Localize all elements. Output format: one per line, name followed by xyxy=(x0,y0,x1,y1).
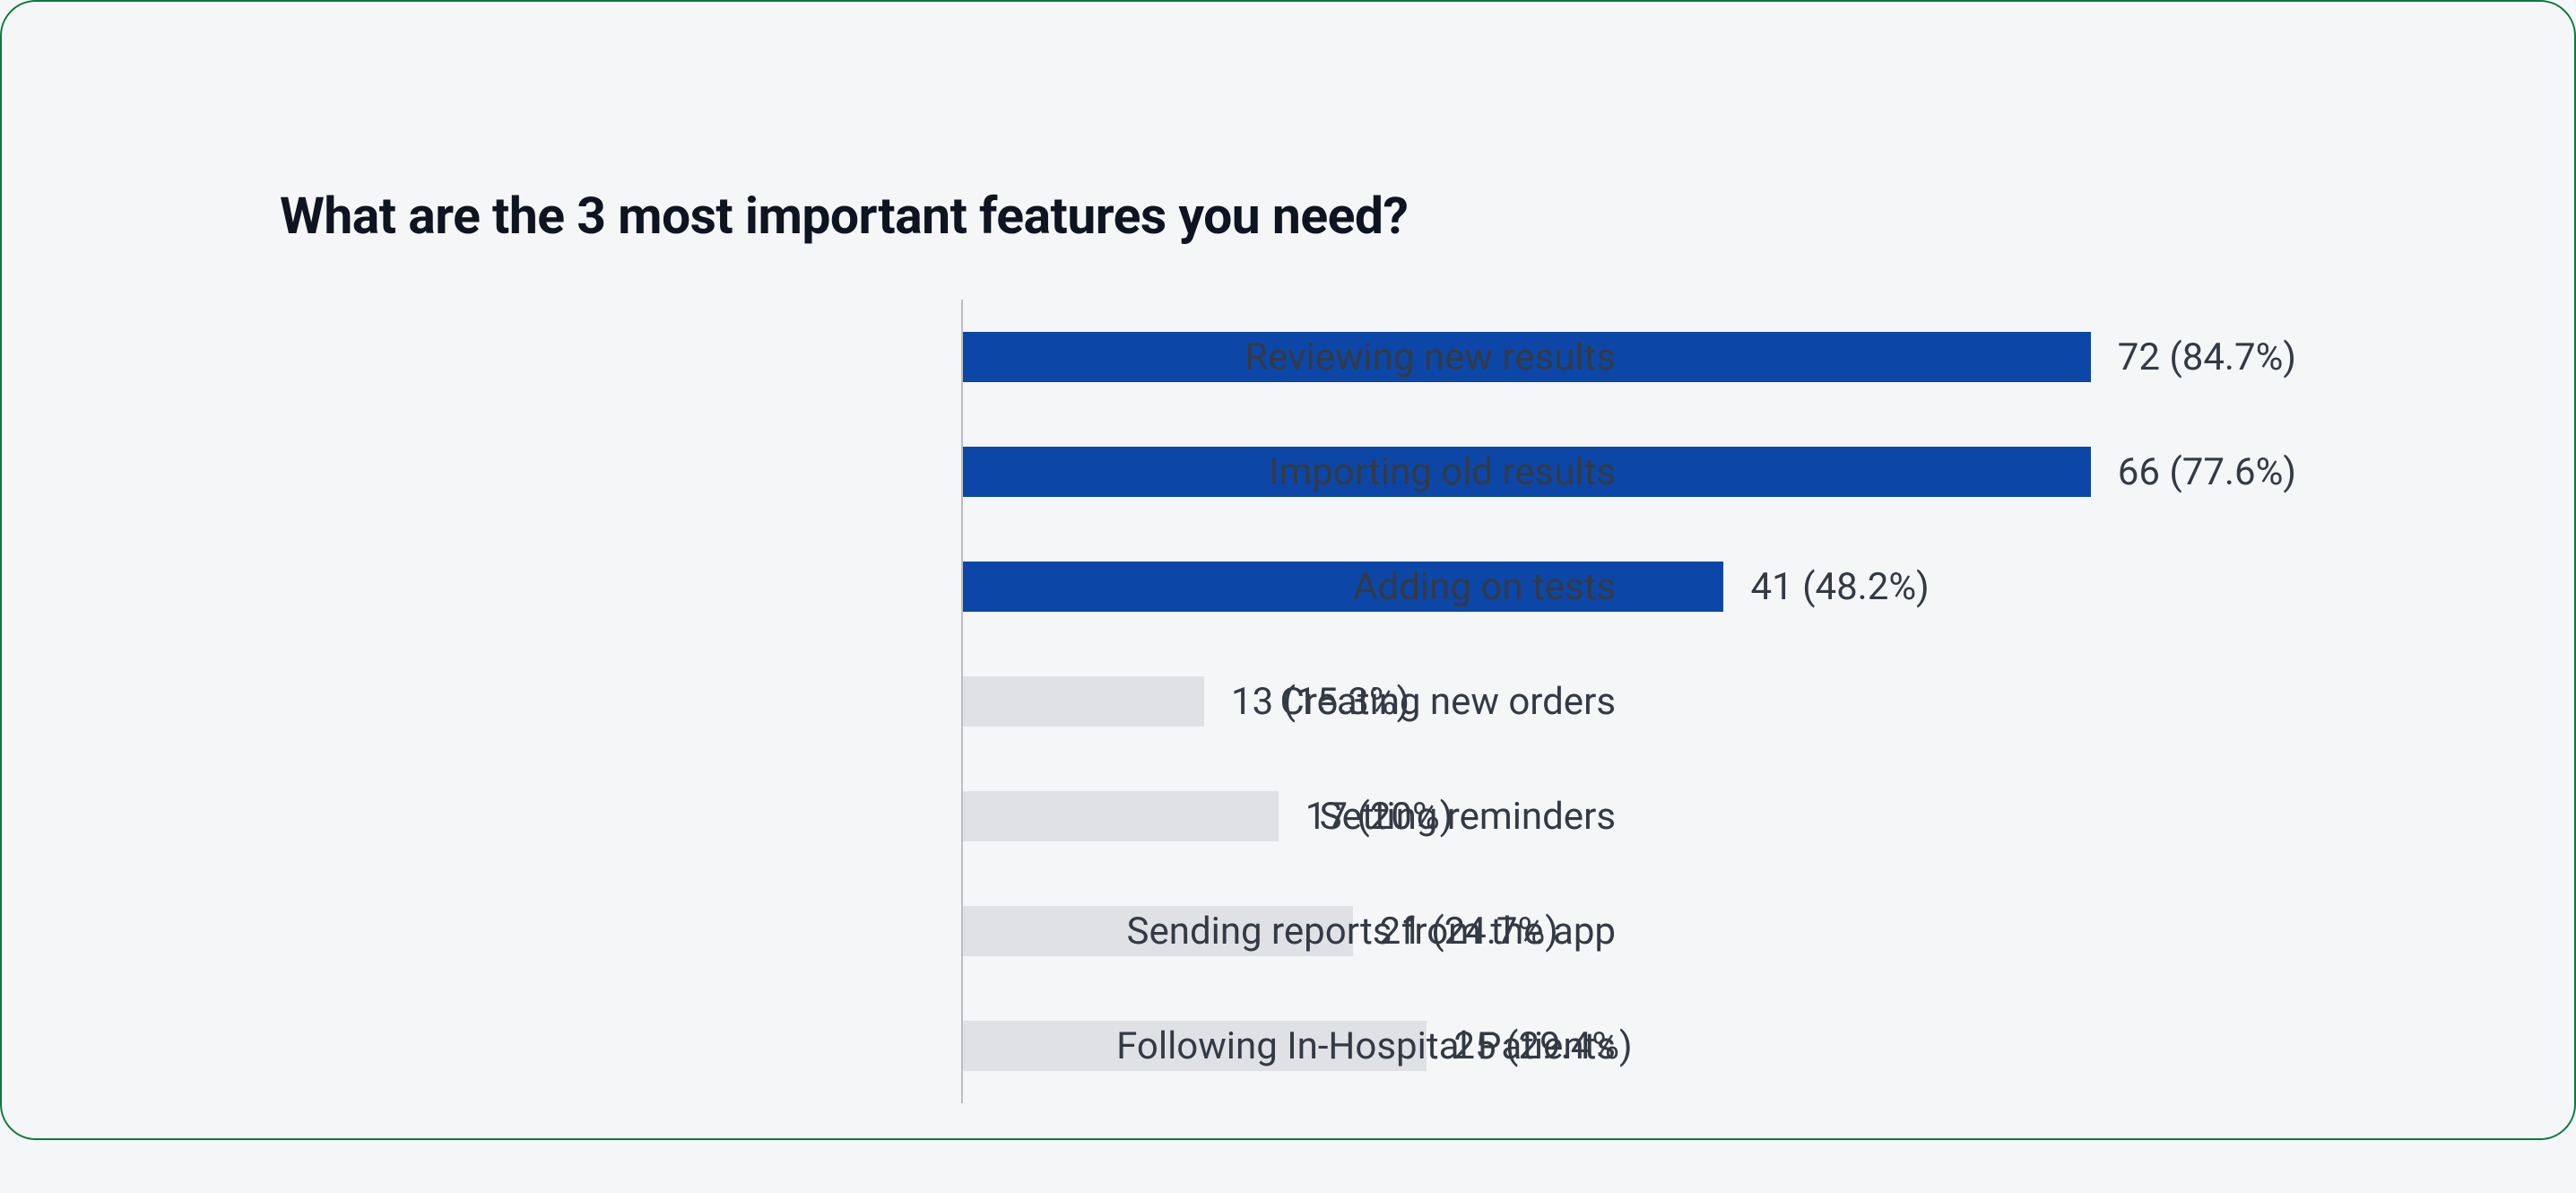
value-label: 41 (48.2%) xyxy=(1750,565,1929,609)
bar-row: Sending reports from the app 21 (24.7%) xyxy=(961,874,2296,988)
value-label: 66 (77.6%) xyxy=(2118,450,2296,494)
bar-row: Reviewing new results 72 (84.7%) xyxy=(961,300,2296,414)
chart-container: What are the 3 most important features y… xyxy=(38,38,2538,1102)
category-label: Importing old results xyxy=(280,450,1616,494)
category-label: Setting reminders xyxy=(280,795,1616,839)
category-label: Following In-Hospital Patients xyxy=(280,1024,1616,1068)
bar-row: Adding on tests 41 (48.2%) xyxy=(961,529,2296,644)
chart-title: What are the 3 most important features y… xyxy=(280,186,2296,246)
category-label: Creating new orders xyxy=(280,680,1616,724)
chart-body: Reviewing new results 72 (84.7%) Importi… xyxy=(280,300,2296,1103)
category-label: Sending reports from the app xyxy=(280,910,1616,954)
chart-wrap: What are the 3 most important features y… xyxy=(38,38,2538,1193)
value-label: 72 (84.7%) xyxy=(2118,335,2296,379)
bar-row: Importing old results 66 (77.6%) xyxy=(961,414,2296,529)
bar-row: Setting reminders 17 (20%) xyxy=(961,759,2296,874)
category-label: Reviewing new results xyxy=(280,335,1616,379)
bar-row: Creating new orders 13 (15.3%) xyxy=(961,644,2296,759)
bar-row: Following In-Hospital Patients 25 (29.4%… xyxy=(961,988,2296,1103)
category-label: Adding on tests xyxy=(280,565,1616,609)
